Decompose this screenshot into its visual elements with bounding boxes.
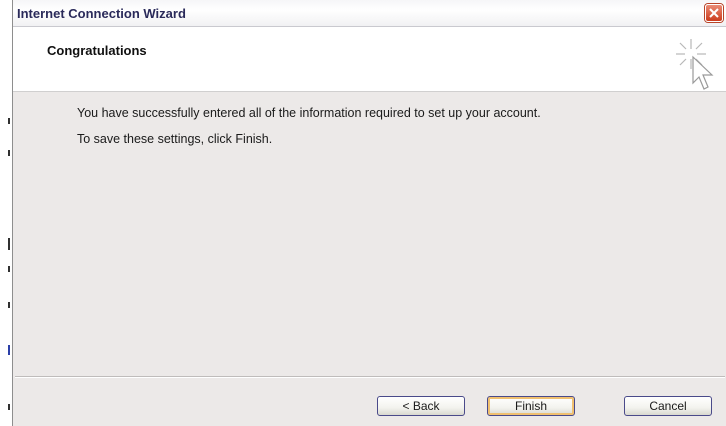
- page-title: Congratulations: [47, 43, 147, 58]
- wizard-window: Internet Connection Wizard Congratulatio…: [12, 0, 726, 426]
- title-bar[interactable]: Internet Connection Wizard: [13, 0, 726, 27]
- finish-button[interactable]: Finish: [487, 396, 575, 416]
- close-button[interactable]: [705, 4, 723, 22]
- close-icon: [709, 8, 719, 18]
- edge-mark: [8, 345, 10, 355]
- sparkle-cursor-icon: [676, 39, 714, 90]
- finish-instruction: To save these settings, click Finish.: [77, 132, 273, 146]
- footer-divider: [15, 376, 725, 378]
- window-title: Internet Connection Wizard: [17, 6, 186, 21]
- edge-mark: [8, 404, 10, 410]
- edge-mark: [8, 118, 10, 124]
- edge-mark: [8, 266, 10, 272]
- edge-mark: [8, 238, 10, 250]
- background-window-edge: [0, 0, 12, 426]
- edge-mark: [8, 302, 10, 308]
- back-button[interactable]: < Back: [377, 396, 465, 416]
- cancel-button[interactable]: Cancel: [624, 396, 712, 416]
- wizard-header: Congratulations: [13, 27, 726, 92]
- edge-mark: [8, 150, 10, 156]
- success-message: You have successfully entered all of the…: [77, 106, 541, 120]
